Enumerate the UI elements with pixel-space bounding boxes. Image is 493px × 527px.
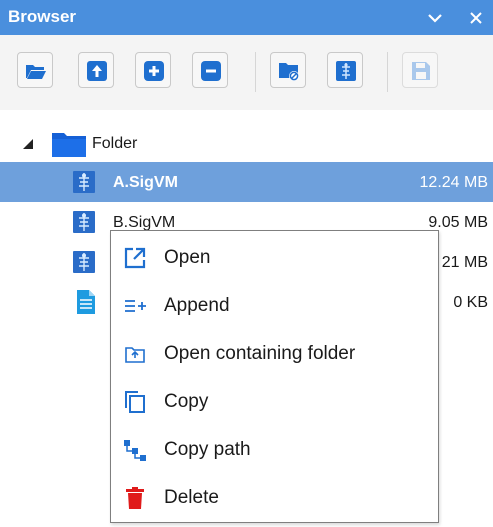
folder-remove-icon [279, 63, 299, 81]
move-up-button[interactable] [78, 52, 114, 88]
file-size: 0 KB [453, 294, 488, 311]
file-size: 21 MB [441, 254, 488, 271]
menu-item-label: Append [164, 295, 230, 316]
open-folder-icon [26, 65, 46, 79]
tree-file-node[interactable]: A.SigVM 12.24 MB [0, 162, 493, 202]
panel-title: Browser [8, 7, 77, 26]
file-name: A.SigVM [113, 174, 178, 191]
toolbar-separator [255, 52, 256, 92]
collapse-triangle-icon[interactable] [22, 137, 34, 155]
sigvm-file-icon [73, 211, 95, 238]
sigvm-file-icon [73, 171, 95, 198]
save-button[interactable] [402, 52, 438, 88]
document-icon [77, 290, 95, 319]
open-folder-button[interactable] [17, 52, 53, 88]
menu-item-label: Open containing folder [164, 343, 356, 364]
remove-button[interactable] [192, 52, 228, 88]
open-external-icon [123, 246, 147, 270]
menu-item-append[interactable]: Append [111, 282, 438, 330]
context-menu: Open Append Open containing folder Copy [110, 230, 439, 523]
menu-item-label: Copy [164, 391, 209, 412]
add-button[interactable] [135, 52, 171, 88]
toolbar [0, 35, 493, 110]
panel-titlebar: Browser [0, 0, 493, 35]
trash-icon [123, 486, 147, 510]
signal-file-button[interactable] [327, 52, 363, 88]
sigvm-file-icon [73, 251, 95, 278]
plus-icon [144, 61, 164, 81]
folder-icon [51, 130, 87, 163]
menu-item-open-containing-folder[interactable]: Open containing folder [111, 330, 438, 378]
minus-icon [201, 61, 221, 81]
menu-item-copy-path[interactable]: Copy path [111, 426, 438, 474]
folder-label: Folder [92, 135, 138, 152]
signal-file-icon [336, 61, 356, 81]
chevron-down-icon[interactable] [425, 8, 445, 28]
menu-item-label: Open [164, 247, 211, 268]
remove-folder-button[interactable] [270, 52, 306, 88]
copy-path-icon [123, 438, 147, 462]
file-size: 12.24 MB [419, 174, 488, 191]
append-icon [123, 294, 147, 318]
menu-item-open[interactable]: Open [111, 234, 438, 282]
tree-folder-node[interactable]: Folder [0, 123, 493, 163]
copy-icon [123, 390, 147, 414]
menu-item-label: Copy path [164, 439, 251, 460]
menu-item-delete[interactable]: Delete [111, 474, 438, 522]
arrow-up-icon [87, 61, 107, 81]
save-icon [412, 62, 430, 80]
toolbar-separator [387, 52, 388, 92]
menu-item-label: Delete [164, 487, 219, 508]
close-icon[interactable] [466, 8, 486, 28]
open-folder-outline-icon [123, 342, 147, 366]
menu-item-copy[interactable]: Copy [111, 378, 438, 426]
